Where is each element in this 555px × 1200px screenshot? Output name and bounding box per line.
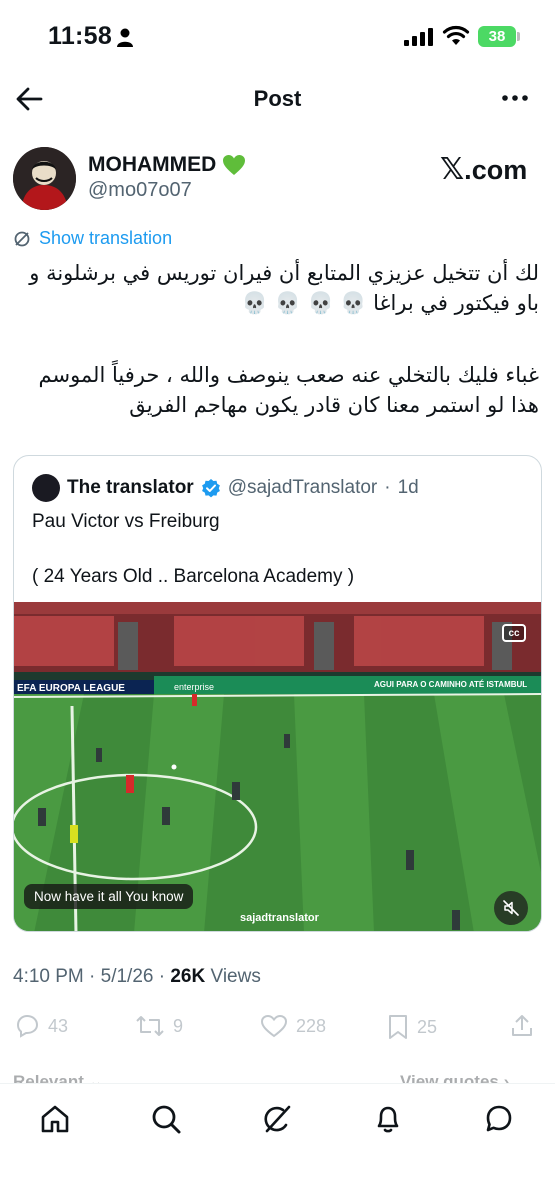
bookmark-button[interactable]: 25 — [387, 1014, 437, 1040]
like-icon — [260, 1014, 288, 1038]
video-frame: EFA EUROPA LEAGUE enterprise AGUI PARA O… — [14, 602, 541, 931]
repost-button[interactable]: 9 — [135, 1014, 183, 1038]
quoted-separator: · — [384, 477, 391, 498]
author-handle[interactable]: @mo07o07 — [88, 179, 192, 202]
author-name-text[interactable]: MOHAMMED — [88, 153, 216, 177]
video-player[interactable]: EFA EUROPA LEAGUE enterprise AGUI PARA O… — [14, 602, 541, 931]
quoted-text-line: Pau Victor vs Freiburg — [32, 511, 220, 532]
mute-icon — [503, 900, 519, 916]
nav-grok[interactable] — [260, 1102, 294, 1136]
page-title: Post — [253, 86, 302, 111]
like-button[interactable]: 228 — [260, 1014, 326, 1038]
action-bar: 43 9 228 25 — [0, 1010, 555, 1046]
signal-icon — [404, 28, 433, 46]
brand-text: 𝕏. com — [440, 152, 527, 187]
cc-button[interactable]: cc — [502, 624, 526, 642]
post-text-line: هذا لو استمر معنا كان قادر يكون مهاجم ال… — [129, 393, 539, 417]
brand-dotcom: . — [464, 155, 472, 185]
banner-mid: enterprise — [174, 682, 214, 692]
views-label: Views — [205, 966, 261, 987]
bell-icon — [377, 1106, 399, 1133]
post-timestamp: 4:10 PM · 5/1/26 · — [13, 966, 171, 987]
post-text-line: باو فيكتور في براغا 💀 💀 💀 💀 — [241, 291, 539, 315]
video-watermark: sajadtranslator — [240, 912, 319, 924]
green-heart-icon — [223, 155, 246, 175]
bottom-nav — [0, 1083, 555, 1200]
post-text-paragraph-1: لك أن تتخيل عزيزي المتابع أن فيران توريس… — [9, 258, 539, 318]
show-translation-link[interactable]: Show translation — [13, 228, 172, 249]
quoted-text-line: ( 24 Years Old .. Barcelona Academy ) — [32, 566, 355, 587]
battery-indicator: 38 — [478, 26, 516, 47]
video-subtitle: Now have it all You know — [24, 884, 194, 909]
post-meta: 4:10 PM · 5/1/26 · 26K Views — [13, 966, 261, 988]
nav-notifications[interactable] — [371, 1102, 405, 1136]
status-bar: 11:58 38 — [0, 0, 555, 76]
banner-right: AGUI PARA O CAMINHO ATÉ ISTAMBUL — [374, 680, 527, 689]
status-time: 11:58 — [48, 22, 113, 50]
battery-level: 38 — [488, 28, 506, 45]
battery-tip — [517, 32, 520, 41]
avatar[interactable] — [13, 147, 76, 210]
show-translation-label[interactable]: Show translation — [39, 228, 172, 249]
search-icon — [152, 1105, 181, 1134]
share-button[interactable] — [510, 1014, 534, 1038]
wifi-icon — [442, 25, 470, 45]
verified-badge-icon — [201, 479, 220, 498]
person-icon — [117, 28, 133, 47]
reply-icon — [16, 1014, 39, 1038]
banner-left: EFA EUROPA LEAGUE — [17, 683, 125, 694]
reply-button[interactable]: 43 — [14, 1014, 68, 1038]
repost-icon — [136, 1016, 164, 1036]
nav-home[interactable] — [38, 1102, 72, 1136]
quoted-author-handle[interactable]: @sajadTranslator — [228, 477, 378, 499]
mute-button[interactable] — [494, 891, 528, 925]
grok-icon — [264, 1105, 291, 1133]
messages-icon — [486, 1105, 512, 1132]
reply-count: 43 — [48, 1015, 69, 1036]
x-logo: 𝕏 — [440, 152, 465, 187]
author-name[interactable]: MOHAMMED — [88, 153, 246, 177]
bookmark-icon — [389, 1015, 407, 1039]
nav-search[interactable] — [149, 1102, 183, 1136]
quoted-age: 1d — [397, 477, 419, 498]
nav-messages[interactable] — [482, 1102, 516, 1136]
quoted-avatar[interactable] — [32, 474, 60, 502]
share-icon — [512, 1015, 532, 1036]
more-icon[interactable] — [500, 88, 530, 108]
post-text-paragraph-2: غباء فليك بالتخلي عنه صعب ينوصف والله ، … — [9, 360, 540, 420]
like-count: 228 — [296, 1015, 327, 1036]
translate-icon — [14, 231, 30, 246]
bookmark-count: 25 — [417, 1016, 438, 1037]
quoted-author-name[interactable]: The translator — [67, 477, 194, 499]
post-header: Post — [0, 76, 555, 124]
brand-suffix: com — [471, 155, 528, 185]
post-text-line: لك أن تتخيل عزيزي المتابع أن فيران توريس… — [29, 261, 539, 285]
quoted-post[interactable]: The translator @sajadTranslator · 1d Pau… — [13, 455, 542, 932]
post-text-line: غباء فليك بالتخلي عنه صعب ينوصف والله ، … — [38, 363, 540, 387]
quoted-post-header: The translator @sajadTranslator · 1d — [32, 474, 419, 502]
home-icon — [41, 1105, 69, 1133]
repost-count: 9 — [173, 1015, 184, 1036]
views-count: 26K — [170, 966, 206, 987]
